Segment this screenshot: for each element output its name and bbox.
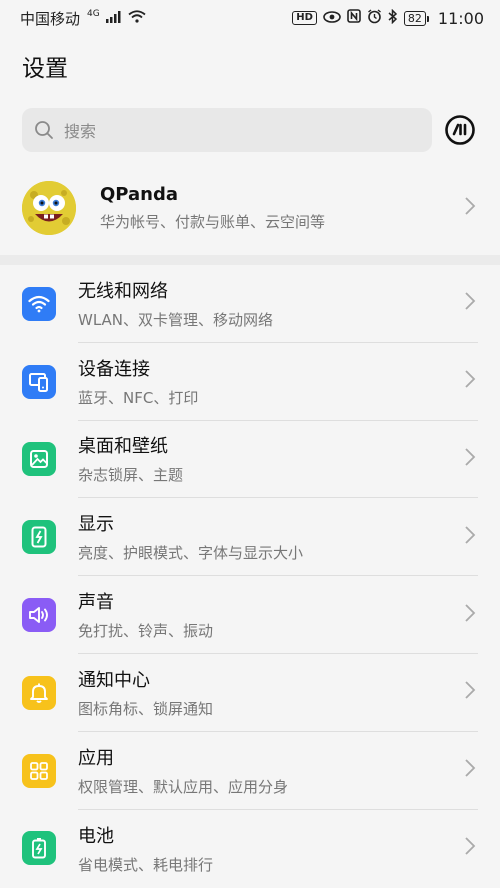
carrier-label: 中国移动 [20, 9, 81, 28]
section-divider [0, 255, 500, 265]
search-row: 搜索 [0, 96, 500, 152]
chevron-right-icon [464, 291, 478, 315]
chevron-right-icon [464, 525, 478, 549]
item-body: 显示 亮度、护眼模式、字体与显示大小 [78, 498, 478, 577]
item-title: 显示 [78, 514, 114, 536]
settings-item-apps[interactable]: 应用 权限管理、默认应用、应用分身 [0, 732, 500, 810]
network-type: 4G [87, 9, 100, 19]
item-title: 应用 [78, 747, 114, 769]
item-title: 无线和网络 [78, 280, 168, 302]
item-body: 无线和网络 WLAN、双卡管理、移动网络 [78, 265, 478, 343]
item-body: 通知中心 图标角标、锁屏通知 [78, 654, 478, 732]
search-input[interactable]: 搜索 [22, 108, 432, 152]
chevron-right-icon [464, 369, 478, 393]
wifi-icon [22, 286, 56, 321]
settings-item-sound[interactable]: 声音 免打扰、铃声、振动 [0, 576, 500, 654]
item-title: 电池 [78, 825, 114, 847]
device-connection-icon [22, 364, 56, 399]
item-subtitle: 省电模式、耗电排行 [78, 855, 214, 874]
chevron-right-icon [464, 680, 478, 704]
item-body: 声音 免打扰、铃声、振动 [78, 576, 478, 654]
status-right: HD 82 11:00 [292, 8, 484, 28]
battery-indicator: 82 [403, 10, 429, 26]
item-body: 设备连接 蓝牙、NFC、打印 [78, 343, 478, 421]
item-subtitle: 杂志锁屏、主题 [78, 466, 184, 485]
item-title: 通知中心 [78, 669, 150, 691]
account-text: QPanda 华为帐号、付款与账单、云空间等 [100, 184, 464, 232]
item-subtitle: 图标角标、锁屏通知 [78, 699, 214, 718]
chevron-right-icon [464, 447, 478, 471]
chevron-right-icon [464, 758, 478, 782]
settings-item-notification-center[interactable]: 通知中心 图标角标、锁屏通知 [0, 654, 500, 732]
settings-item-wireless-network[interactable]: 无线和网络 WLAN、双卡管理、移动网络 [0, 265, 500, 343]
avatar [22, 180, 76, 235]
settings-item-battery[interactable]: 电池 省电模式、耗电排行 [0, 810, 500, 888]
settings-item-device-connection[interactable]: 设备连接 蓝牙、NFC、打印 [0, 343, 500, 421]
item-subtitle: 免打扰、铃声、振动 [78, 622, 214, 641]
account-name: QPanda [100, 183, 179, 205]
search-placeholder: 搜索 [64, 122, 97, 141]
wifi-status-icon [128, 9, 146, 27]
wallpaper-icon [22, 442, 56, 477]
signal-icon [105, 9, 122, 27]
chevron-right-icon [464, 196, 478, 220]
search-icon [34, 120, 54, 140]
chevron-right-icon [464, 603, 478, 627]
status-left: 中国移动 4G [20, 8, 146, 29]
item-title: 声音 [78, 592, 114, 614]
hd-badge: HD [292, 11, 317, 25]
header: 设置 [0, 36, 500, 96]
account-subtitle: 华为帐号、付款与账单、云空间等 [100, 212, 326, 231]
item-subtitle: 权限管理、默认应用、应用分身 [78, 777, 289, 796]
alarm-icon [367, 8, 382, 28]
settings-list: 无线和网络 WLAN、双卡管理、移动网络 设备连接 蓝牙、NFC、打印 桌面和壁… [0, 265, 500, 888]
nfc-icon [347, 9, 361, 27]
sound-icon [22, 598, 56, 633]
bell-icon [22, 675, 56, 710]
item-title: 设备连接 [78, 358, 150, 380]
bluetooth-icon [388, 8, 398, 28]
settings-item-desktop-wallpaper[interactable]: 桌面和壁纸 杂志锁屏、主题 [0, 421, 500, 499]
eye-comfort-icon [323, 9, 341, 27]
chevron-right-icon [464, 836, 478, 860]
clock: 11:00 [437, 8, 484, 28]
item-subtitle: 蓝牙、NFC、打印 [78, 388, 199, 407]
item-title: 桌面和壁纸 [78, 436, 168, 458]
item-body: 桌面和壁纸 杂志锁屏、主题 [78, 421, 478, 499]
item-body: 应用 权限管理、默认应用、应用分身 [78, 732, 478, 810]
account-row[interactable]: QPanda 华为帐号、付款与账单、云空间等 [0, 160, 500, 255]
voice-assistant-button[interactable] [442, 112, 478, 148]
settings-item-display[interactable]: 显示 亮度、护眼模式、字体与显示大小 [0, 498, 500, 577]
battery-icon [22, 831, 56, 866]
voice-assistant-icon [445, 115, 475, 145]
display-icon [22, 520, 56, 555]
item-body: 电池 省电模式、耗电排行 [78, 810, 478, 888]
item-subtitle: WLAN、双卡管理、移动网络 [78, 310, 274, 329]
page-title: 设置 [22, 56, 68, 82]
apps-icon [22, 753, 56, 788]
status-bar: 中国移动 4G HD 82 11:00 [0, 0, 500, 36]
item-subtitle: 亮度、护眼模式、字体与显示大小 [78, 544, 304, 563]
